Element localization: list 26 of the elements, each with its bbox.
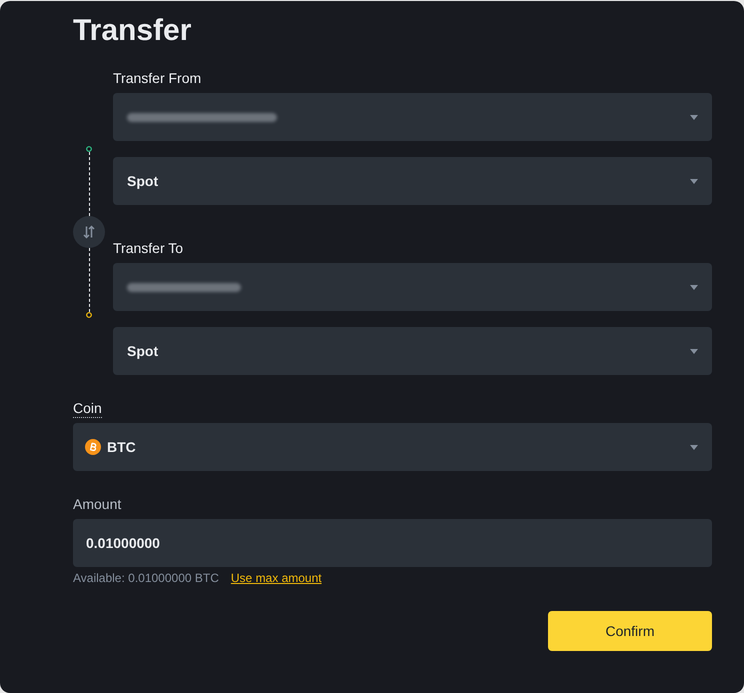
connector-line bbox=[88, 248, 90, 312]
coin-select[interactable]: BTC bbox=[73, 423, 712, 471]
account-select[interactable] bbox=[113, 263, 712, 311]
wallet-select[interactable]: Spot bbox=[113, 327, 712, 375]
caret-icon bbox=[690, 114, 698, 120]
ring-icon bbox=[86, 312, 92, 318]
account-select[interactable] bbox=[113, 93, 712, 141]
caret-icon bbox=[690, 348, 698, 354]
amount-input[interactable]: 0.01000000 bbox=[73, 519, 712, 567]
caret-icon bbox=[690, 178, 698, 184]
field-label: Transfer To bbox=[113, 239, 184, 257]
caret-icon bbox=[690, 284, 698, 290]
amount-label: Amount bbox=[73, 495, 122, 513]
swap-button[interactable] bbox=[73, 216, 105, 248]
field-label: Transfer From bbox=[113, 69, 202, 87]
swap-arrows-icon bbox=[82, 225, 96, 239]
coin-label: Coin bbox=[73, 400, 102, 418]
confirm-button[interactable]: Confirm bbox=[548, 611, 712, 651]
ring-icon bbox=[86, 146, 92, 152]
connector-line bbox=[88, 152, 90, 216]
wallet-select[interactable]: Spot bbox=[113, 157, 712, 205]
use-max-link[interactable]: Use max amount bbox=[230, 570, 322, 586]
coin-icon bbox=[85, 439, 101, 455]
caret-icon bbox=[690, 444, 698, 450]
page-title: Transfer bbox=[73, 13, 192, 49]
available-balance: Available: 0.01000000 BTC bbox=[73, 570, 219, 586]
